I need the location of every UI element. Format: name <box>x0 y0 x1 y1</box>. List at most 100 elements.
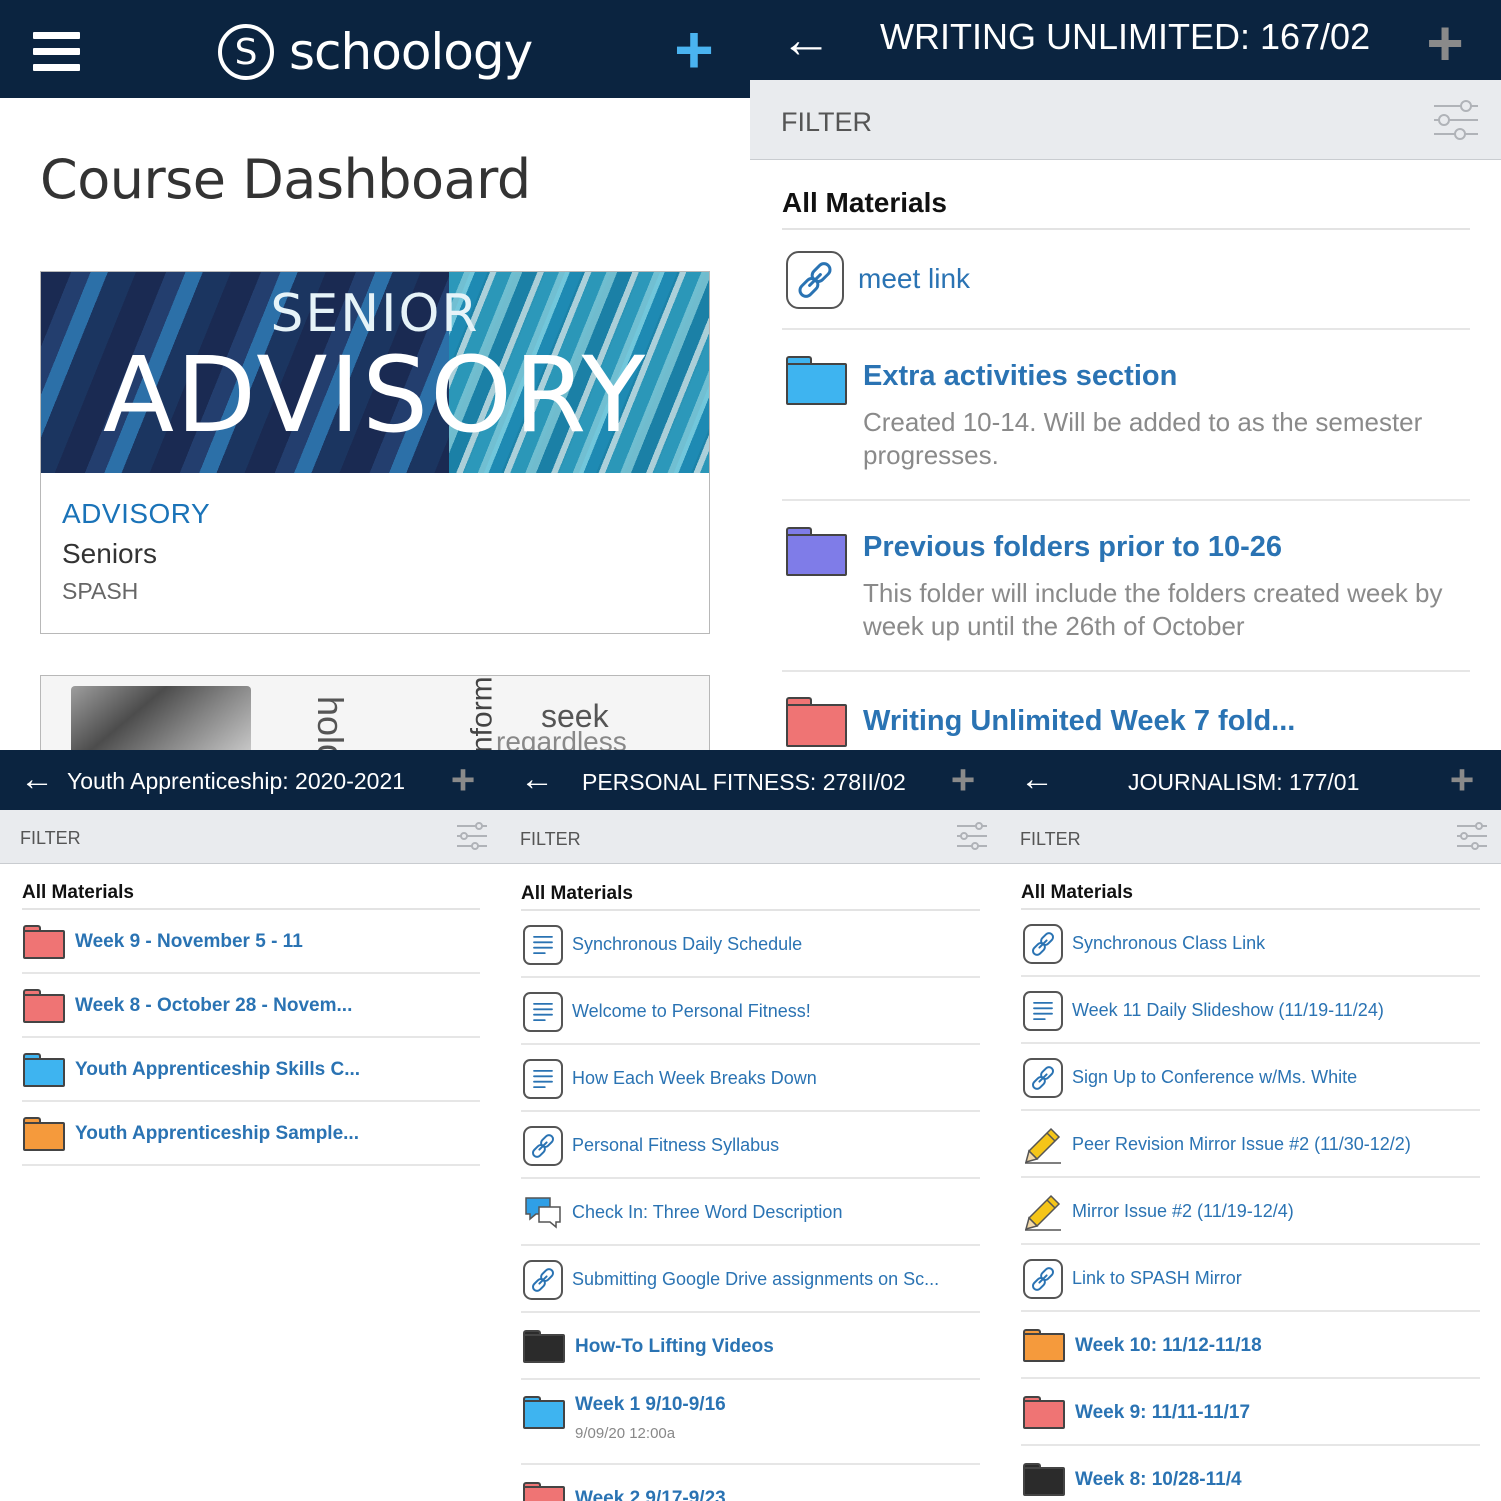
list-item[interactable]: Personal Fitness Syllabus <box>521 1112 980 1179</box>
writing-unlimited-panel: ← WRITING UNLIMITED: 167/02 + FILTER All… <box>750 0 1501 750</box>
item-title: Week 10: 11/12-11/18 <box>1075 1334 1262 1356</box>
course-title: PERSONAL FITNESS: 278II/02 <box>582 769 906 795</box>
item-title: How Each Week Breaks Down <box>572 1067 817 1088</box>
list-item[interactable]: Writing Unlimited Week 7 fold... <box>782 672 1470 750</box>
item-title: Peer Revision Mirror Issue #2 (11/30-12/… <box>1072 1133 1411 1154</box>
folder-icon <box>523 1395 565 1430</box>
folder-icon <box>786 697 847 747</box>
list-item[interactable]: Check In: Three Word Description <box>521 1179 980 1246</box>
list-item[interactable]: Synchronous Class Link <box>1021 910 1480 977</box>
plus-icon[interactable]: + <box>445 756 481 804</box>
schoology-logo: S schoology <box>218 22 533 82</box>
back-arrow-icon[interactable]: ← <box>20 760 54 799</box>
item-title: Week 8 - October 28 - Novem... <box>75 994 353 1016</box>
folder-icon <box>23 925 65 959</box>
list-item[interactable]: Week 11 Daily Slideshow (11/19-11/24) <box>1021 977 1480 1044</box>
course-header: ← Youth Apprenticeship: 2020-2021 + <box>0 750 500 810</box>
folder-icon <box>1023 1328 1065 1363</box>
course-card-advisory[interactable]: SENIOR ADVISORY ADVISORY Seniors SPASH <box>40 271 710 634</box>
list-item[interactable]: Youth Apprenticeship Sample... <box>22 1102 480 1166</box>
course-title: WRITING UNLIMITED: 167/02 <box>880 16 1371 57</box>
discussion-icon <box>523 1193 563 1233</box>
list-item[interactable]: Week 9: 11/11-11/17 <box>1021 1379 1480 1446</box>
filter-bar[interactable]: FILTER <box>500 810 1000 864</box>
personal-fitness-panel: ← PERSONAL FITNESS: 278II/02 + FILTER Al… <box>500 750 1000 1501</box>
list-item[interactable]: Submitting Google Drive assignments on S… <box>521 1246 980 1313</box>
document-icon <box>523 1058 563 1099</box>
filter-sliders-icon <box>1434 100 1478 140</box>
section-heading: All Materials <box>782 187 947 218</box>
list-item[interactable]: Sign Up to Conference w/Ms. White <box>1021 1044 1480 1111</box>
list-item[interactable]: Welcome to Personal Fitness! <box>521 978 980 1045</box>
list-item[interactable]: Week 1 9/10-9/16 9/09/20 12:00a <box>521 1380 980 1465</box>
banner-text-advisory: ADVISORY <box>102 334 648 456</box>
course-header: ← WRITING UNLIMITED: 167/02 + <box>750 0 1501 80</box>
section-heading: All Materials <box>521 883 633 904</box>
folder-icon <box>786 356 847 406</box>
list-item[interactable]: Week 10: 11/12-11/18 <box>1021 1312 1480 1379</box>
course-card-next[interactable]: hold inform seek regardless without <box>40 675 710 750</box>
list-item[interactable]: How Each Week Breaks Down <box>521 1045 980 1112</box>
app-header: S schoology + <box>0 0 750 98</box>
list-item[interactable]: Previous folders prior to 10-26 This fold… <box>782 501 1470 672</box>
list-item[interactable]: Synchronous Daily Schedule <box>521 911 980 978</box>
item-title: Mirror Issue #2 (11/19-12/4) <box>1072 1200 1294 1221</box>
journalism-panel: ← JOURNALISM: 177/01 + FILTER All Materi… <box>1000 750 1501 1501</box>
item-date: 9/09/20 12:00a <box>575 1425 676 1442</box>
filter-label: FILTER <box>781 107 873 137</box>
list-item[interactable]: Youth Apprenticeship Skills C... <box>22 1038 480 1102</box>
list-item[interactable]: Week 8 - October 28 - Novem... <box>22 974 480 1038</box>
link-icon <box>1023 923 1063 964</box>
link-icon <box>523 1125 563 1166</box>
course-dashboard-panel: S schoology + Course Dashboard SENIOR AD… <box>0 0 750 750</box>
item-title: Writing Unlimited Week 7 fold... <box>863 705 1296 738</box>
list-item[interactable]: Week 2 9/17-9/23 <box>521 1465 980 1501</box>
filter-sliders-icon <box>457 822 487 850</box>
filter-label: FILTER <box>20 828 81 848</box>
plus-icon[interactable]: + <box>1418 6 1472 80</box>
item-title: Youth Apprenticeship Sample... <box>75 1122 359 1144</box>
list-item[interactable]: Link to SPASH Mirror <box>1021 1245 1480 1312</box>
logo-circle: S <box>218 24 274 80</box>
item-title: Week 8: 10/28-11/4 <box>1075 1468 1242 1490</box>
list-item[interactable]: Extra activities section Created 10-14. W… <box>782 330 1470 501</box>
plus-icon[interactable]: + <box>666 16 722 84</box>
folder-icon <box>1023 1395 1065 1430</box>
filter-bar[interactable]: FILTER <box>0 810 500 864</box>
item-title: Sign Up to Conference w/Ms. White <box>1072 1066 1358 1087</box>
list-item[interactable]: How-To Lifting Videos <box>521 1313 980 1380</box>
pencil-icon <box>1023 1125 1063 1165</box>
course-banner: SENIOR ADVISORY <box>41 272 709 473</box>
item-title: Synchronous Class Link <box>1072 932 1266 953</box>
link-icon <box>523 1259 563 1300</box>
folder-icon <box>523 1481 565 1501</box>
plus-icon[interactable]: + <box>945 756 981 804</box>
filter-sliders-icon <box>957 822 987 850</box>
filter-sliders-icon <box>1457 822 1487 850</box>
back-arrow-icon[interactable]: ← <box>1020 760 1054 799</box>
list-item[interactable]: Week 8: 10/28-11/4 <box>1021 1446 1480 1501</box>
filter-label: FILTER <box>1020 829 1081 849</box>
back-arrow-icon[interactable]: ← <box>780 10 832 70</box>
item-title: Week 2 9/17-9/23 <box>575 1487 726 1501</box>
course-title: Youth Apprenticeship: 2020-2021 <box>67 768 406 794</box>
filter-bar[interactable]: FILTER <box>1000 810 1501 864</box>
link-icon <box>1023 1057 1063 1098</box>
list-item[interactable]: meet link <box>782 230 1470 330</box>
course-name: ADVISORY <box>62 498 211 529</box>
menu-icon[interactable] <box>33 32 80 72</box>
course-header: ← PERSONAL FITNESS: 278II/02 + <box>500 750 1000 810</box>
link-icon <box>786 251 844 309</box>
plus-icon[interactable]: + <box>1444 756 1480 804</box>
item-title: Week 1 9/10-9/16 <box>575 1394 726 1415</box>
course-title: JOURNALISM: 177/01 <box>1128 769 1360 795</box>
document-icon <box>1023 990 1063 1031</box>
item-title: Check In: Three Word Description <box>572 1201 843 1222</box>
filter-bar[interactable]: FILTER <box>750 80 1501 160</box>
back-arrow-icon[interactable]: ← <box>520 760 554 799</box>
pencil-icon <box>1023 1192 1063 1232</box>
list-item[interactable]: Peer Revision Mirror Issue #2 (11/30-12/… <box>1021 1111 1480 1178</box>
list-item[interactable]: Week 9 - November 5 - 11 <box>22 910 480 974</box>
item-title: Youth Apprenticeship Skills C... <box>75 1058 361 1080</box>
list-item[interactable]: Mirror Issue #2 (11/19-12/4) <box>1021 1178 1480 1245</box>
